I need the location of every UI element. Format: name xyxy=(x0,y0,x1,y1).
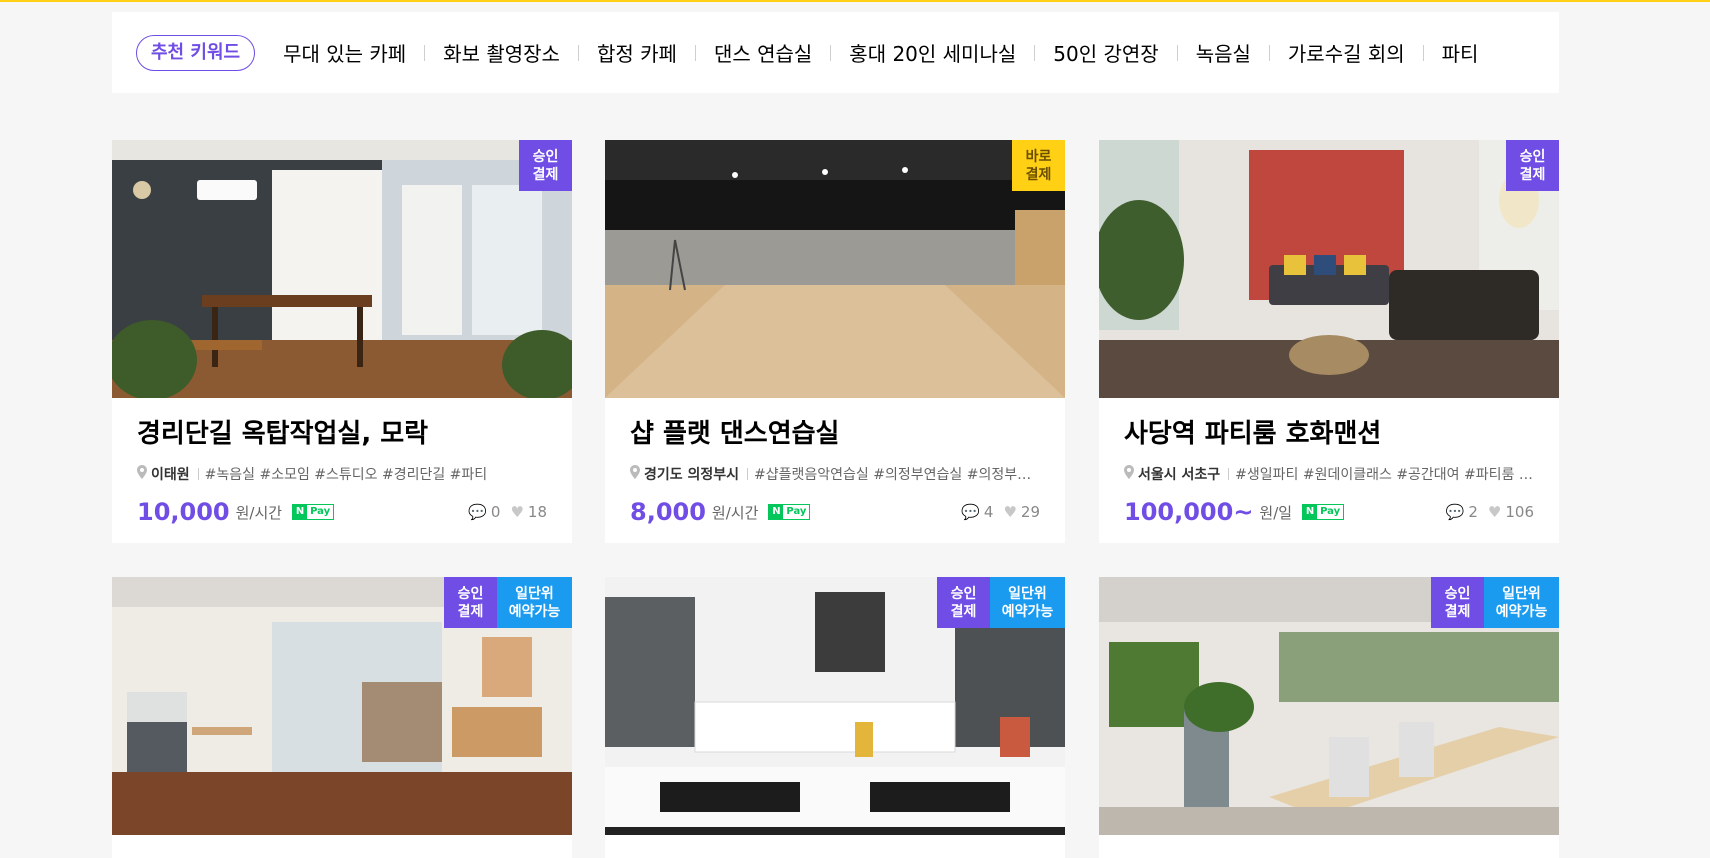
price-unit: 원/일 xyxy=(1259,503,1293,522)
space-photo[interactable]: 승인 결제 xyxy=(112,140,572,398)
space-price: 8,000 xyxy=(630,498,706,526)
space-photo[interactable]: 승인 결제 일단위 예약가능 xyxy=(1099,577,1559,835)
space-card[interactable]: 바로 결제 샵 플랫 댄스연습실 경기도 의정부시 #샵플랫음악연습실 #의정부연… xyxy=(605,140,1065,543)
keyword-link[interactable]: 무대 있는 카페 xyxy=(265,38,424,67)
space-card[interactable]: 승인 결제 경리단길 옥탑작업실, 모락 이태원 #녹음실 #소모임 #스튜디오 … xyxy=(112,140,572,543)
instant-payment-badge: 바로 결제 xyxy=(1012,140,1065,191)
space-price: 10,000 xyxy=(137,498,230,526)
badge-group: 승인 결제 xyxy=(519,140,572,191)
daily-booking-badge: 일단위 예약가능 xyxy=(990,577,1065,628)
badge-group: 승인 결제 xyxy=(1506,140,1559,191)
space-tags: #생일파티 #원데이클래스 #공간대여 #파티룸 … xyxy=(1235,467,1533,483)
meta-divider xyxy=(1228,468,1230,480)
daily-booking-badge: 일단위 예약가능 xyxy=(497,577,572,628)
recommended-keywords-badge: 추천 키워드 xyxy=(136,34,256,71)
meta-divider xyxy=(747,468,749,480)
location-pin-icon xyxy=(630,465,640,483)
recommended-keywords-bar: 추천 키워드 무대 있는 카페 화보 촬영장소 합정 카페 댄스 연습실 홍대 … xyxy=(112,12,1559,93)
comment-icon: 💬 xyxy=(1445,503,1465,521)
comment-icon: 💬 xyxy=(961,503,980,521)
keyword-link[interactable]: 파티 xyxy=(1424,38,1497,67)
space-photo[interactable]: 바로 결제 xyxy=(605,140,1065,398)
npay-badge: N Pay xyxy=(1302,504,1345,520)
comment-count: 0 xyxy=(490,503,501,521)
approval-payment-badge: 승인 결제 xyxy=(937,577,990,628)
daily-booking-badge: 일단위 예약가능 xyxy=(1484,577,1559,628)
space-card[interactable]: 승인 결제 일단위 예약가능 xyxy=(112,577,572,858)
heart-icon[interactable]: ♥ xyxy=(1003,503,1016,521)
space-title[interactable]: 사당역 파티룸 호화맨션 xyxy=(1124,416,1534,452)
space-card[interactable]: 승인 결제 사당역 파티룸 호화맨션 서울시 서초구 #생일파티 #원데이클래스 … xyxy=(1099,140,1559,543)
price-unit: 원/시간 xyxy=(235,503,283,522)
meta-divider xyxy=(197,468,199,480)
approval-payment-badge: 승인 결제 xyxy=(519,140,572,191)
space-price: 100,000~ xyxy=(1124,498,1254,526)
space-title[interactable]: 샵 플랫 댄스연습실 xyxy=(630,416,1040,452)
space-location: 서울시 서초구 xyxy=(1138,467,1221,483)
keyword-link[interactable]: 50인 강연장 xyxy=(1035,38,1176,67)
space-card[interactable]: 승인 결제 일단위 예약가능 xyxy=(605,577,1065,858)
comment-count: 4 xyxy=(983,503,994,521)
like-count: 29 xyxy=(1020,503,1040,521)
top-accent-line xyxy=(0,0,1710,2)
space-tags: #샵플랫음악연습실 #의정부연습실 #의정부… xyxy=(754,467,1032,483)
heart-icon[interactable]: ♥ xyxy=(1488,503,1501,521)
like-count: 106 xyxy=(1505,503,1534,521)
badge-group: 승인 결제 일단위 예약가능 xyxy=(1431,577,1559,628)
comment-icon: 💬 xyxy=(468,503,487,521)
badge-group: 승인 결제 일단위 예약가능 xyxy=(937,577,1065,628)
approval-payment-badge: 승인 결제 xyxy=(444,577,497,628)
keyword-link[interactable]: 합정 카페 xyxy=(579,38,695,67)
npay-badge: N Pay xyxy=(292,504,335,520)
keyword-link[interactable]: 녹음실 xyxy=(1178,38,1269,67)
badge-group: 바로 결제 xyxy=(1012,140,1065,191)
location-pin-icon xyxy=(137,465,147,483)
like-count: 18 xyxy=(527,503,547,521)
space-photo[interactable]: 승인 결제 일단위 예약가능 xyxy=(605,577,1065,835)
price-unit: 원/시간 xyxy=(711,503,759,522)
space-card[interactable]: 승인 결제 일단위 예약가능 xyxy=(1099,577,1559,858)
space-photo[interactable]: 승인 결제 일단위 예약가능 xyxy=(112,577,572,835)
keyword-link[interactable]: 댄스 연습실 xyxy=(696,38,830,67)
approval-payment-badge: 승인 결제 xyxy=(1431,577,1484,628)
npay-badge: N Pay xyxy=(768,504,811,520)
space-tags: #녹음실 #소모임 #스튜디오 #경리단길 #파티 xyxy=(204,467,488,483)
keyword-link[interactable]: 화보 촬영장소 xyxy=(425,38,578,67)
space-photo[interactable]: 승인 결제 xyxy=(1099,140,1559,398)
heart-icon[interactable]: ♥ xyxy=(510,503,523,521)
keyword-link[interactable]: 홍대 20인 세미나실 xyxy=(831,38,1034,67)
keyword-link[interactable]: 가로수길 회의 xyxy=(1270,38,1423,67)
badge-group: 승인 결제 일단위 예약가능 xyxy=(444,577,572,628)
space-location: 경기도 의정부시 xyxy=(644,467,740,483)
approval-payment-badge: 승인 결제 xyxy=(1506,140,1559,191)
space-location: 이태원 xyxy=(151,467,190,483)
space-title[interactable]: 경리단길 옥탑작업실, 모락 xyxy=(137,416,547,452)
location-pin-icon xyxy=(1124,465,1134,483)
comment-count: 2 xyxy=(1468,503,1478,521)
